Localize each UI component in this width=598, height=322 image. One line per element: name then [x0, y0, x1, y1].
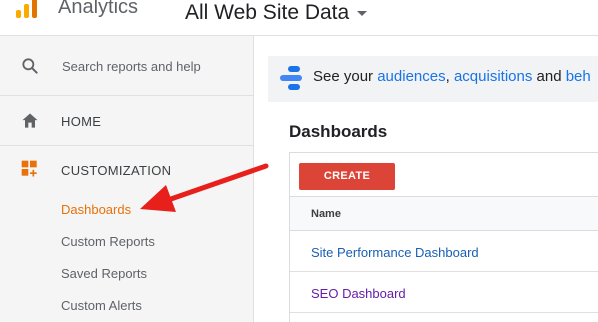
create-button[interactable]: CREATE [299, 163, 395, 190]
table-header: Name [290, 197, 598, 231]
top-bar: Analytics All Web Site Data [0, 0, 598, 36]
customization-grid-icon [21, 160, 37, 177]
view-selector[interactable]: All Web Site Data [185, 0, 368, 26]
caret-down-icon [357, 10, 368, 16]
audiences-link[interactable]: audiences [377, 68, 445, 85]
column-header-name[interactable]: Name [311, 208, 341, 220]
banner-prefix: See your [313, 68, 374, 85]
table-toolbar: CREATE [290, 153, 598, 197]
banner-text: See your audiences, acquisitions and beh [313, 68, 591, 85]
dashboard-link[interactable]: SEO Dashboard [311, 286, 406, 301]
dashboards-table: CREATE Name Site Performance Dashboard S… [289, 152, 598, 322]
sidebar-item-custom-alerts[interactable]: Custom Alerts [61, 298, 142, 313]
home-icon [22, 113, 38, 128]
sidebar-search[interactable]: Search reports and help [0, 36, 254, 96]
dashboard-link[interactable]: Site Performance Dashboard [311, 245, 479, 260]
sidebar: Search reports and help HOME CUSTOMIZATI… [0, 36, 254, 322]
table-row: Site Performance Dashboard [290, 232, 598, 272]
banner-and: and [536, 68, 562, 85]
sidebar-item-label: CUSTOMIZATION [61, 163, 172, 178]
behavior-link[interactable]: beh [566, 68, 591, 85]
sidebar-item-custom-reports[interactable]: Custom Reports [61, 234, 155, 249]
sidebar-item-dashboards[interactable]: Dashboards [61, 202, 131, 217]
banner-separator: , [445, 68, 450, 85]
app-name: Analytics [58, 0, 139, 18]
search-placeholder[interactable]: Search reports and help [62, 59, 201, 74]
sidebar-item-home[interactable]: HOME [0, 96, 254, 146]
search-icon [22, 58, 38, 74]
sidebar-item-label: HOME [61, 114, 102, 129]
acquisitions-link[interactable]: acquisitions [454, 68, 532, 85]
table-row: SEO Dashboard [290, 273, 598, 313]
info-banner: See your audiences, acquisitions and beh [268, 56, 598, 102]
sidebar-item-customization[interactable]: CUSTOMIZATION [0, 147, 254, 191]
page-title: Dashboards [289, 122, 388, 141]
analytics-logo-icon[interactable] [14, 0, 40, 20]
view-name: All Web Site Data [185, 1, 350, 24]
insights-icon [280, 66, 302, 90]
sidebar-item-saved-reports[interactable]: Saved Reports [61, 266, 147, 281]
main-content: See your audiences, acquisitions and beh… [268, 36, 598, 322]
